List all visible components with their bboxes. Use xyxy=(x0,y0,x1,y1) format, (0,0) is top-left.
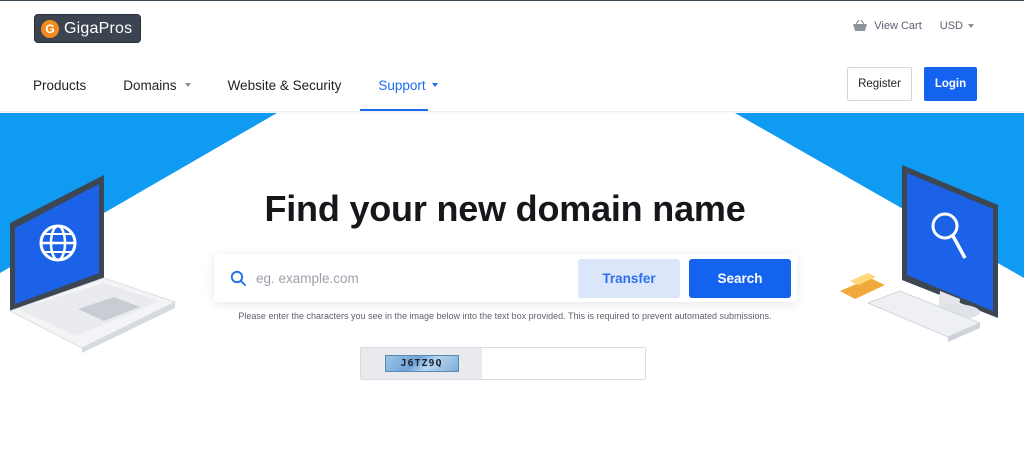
nav-item-website-security[interactable]: Website & Security xyxy=(228,75,342,95)
brand-logo[interactable]: G GigaPros xyxy=(34,14,141,43)
search-button[interactable]: Search xyxy=(689,259,791,298)
nav-item-label: Products xyxy=(33,77,87,93)
nav-item-label: Domains xyxy=(123,77,177,93)
nav-item-label: Support xyxy=(378,77,426,93)
currency-selector[interactable]: USD xyxy=(940,20,974,32)
login-button[interactable]: Login xyxy=(924,67,977,101)
nav-item-support[interactable]: Support xyxy=(378,75,438,95)
nav-item-products[interactable]: Products xyxy=(33,75,86,95)
main-nav: Products Domains Website & Security Supp… xyxy=(33,75,475,95)
view-cart-link[interactable]: View Cart xyxy=(874,20,921,32)
chevron-down-icon xyxy=(184,83,191,87)
nav-item-domains[interactable]: Domains xyxy=(123,75,191,95)
top-utility-bar: View Cart USD xyxy=(852,19,974,33)
top-border xyxy=(0,0,1024,1)
brand-name: GigaPros xyxy=(64,19,133,37)
captcha-group: J6TZ9Q xyxy=(360,347,646,380)
nav-item-label: Website & Security xyxy=(227,77,342,93)
transfer-button[interactable]: Transfer xyxy=(578,259,680,298)
currency-label: USD xyxy=(939,20,963,32)
captcha-input[interactable] xyxy=(482,348,645,379)
domain-search-input[interactable] xyxy=(256,266,576,290)
hero-headline: Find your new domain name xyxy=(264,188,746,229)
register-button[interactable]: Register xyxy=(847,67,912,101)
logo-mark-icon: G xyxy=(41,19,59,38)
basket-icon[interactable] xyxy=(852,19,868,33)
captcha-image: J6TZ9Q xyxy=(384,355,459,372)
search-icon xyxy=(230,270,246,286)
domain-search-box: Transfer Search xyxy=(214,254,797,302)
captcha-image-area: J6TZ9Q xyxy=(361,348,482,379)
captcha-instructions: Please enter the characters you see in t… xyxy=(238,311,772,321)
chevron-down-icon xyxy=(431,83,438,87)
chevron-down-icon xyxy=(968,24,974,28)
